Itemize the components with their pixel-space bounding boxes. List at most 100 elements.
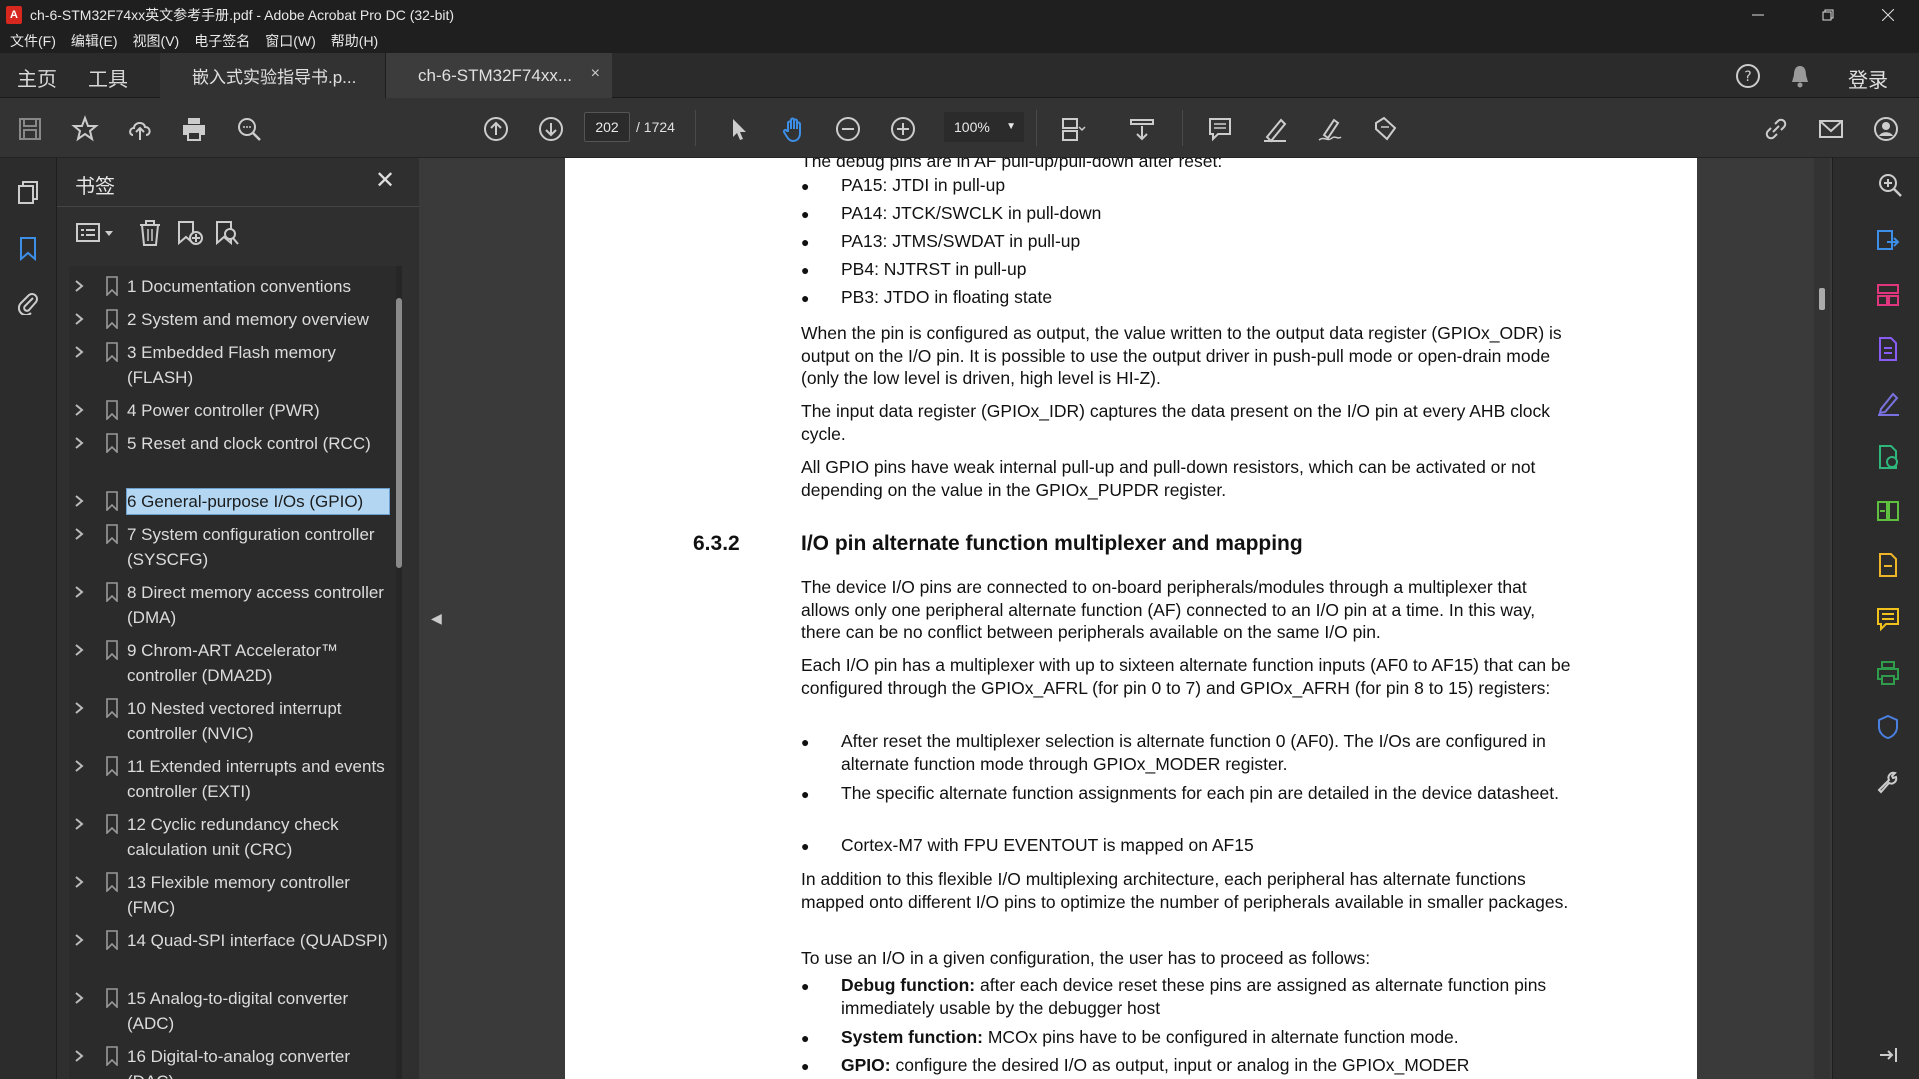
close-window-button[interactable] [1859,0,1917,29]
tab-close-button[interactable]: × [591,65,600,83]
bookmark-item[interactable]: 8 Direct memory access controller (DMA) [69,580,399,630]
highlight-button[interactable] [1259,113,1291,145]
zoom-level-select[interactable]: 100% ▼ [944,112,1024,142]
upload-button[interactable] [124,113,156,145]
bookmark-item[interactable]: 15 Analog-to-digital converter (ADC) [69,986,399,1036]
chevron-right-icon[interactable] [73,582,87,602]
chevron-right-icon[interactable] [73,433,87,453]
bookmark-options-button[interactable] [75,216,119,250]
bookmark-item[interactable]: 4 Power controller (PWR) [69,398,399,423]
scroll-thumb[interactable] [1819,288,1825,310]
edit-pdf-tool-button[interactable] [1873,334,1903,364]
page-number-input[interactable]: 202 [584,112,630,142]
compare-tool-button[interactable] [1873,496,1903,526]
chevron-right-icon[interactable] [73,640,87,660]
document-scrollbar[interactable] [1814,158,1830,1079]
select-tool-button[interactable] [723,113,755,145]
bookmark-item[interactable]: 10 Nested vectored interrupt controller … [69,696,399,746]
bookmark-item[interactable]: 2 System and memory overview [69,307,399,332]
create-pdf-tool-button[interactable] [1873,442,1903,472]
print-button[interactable] [178,113,210,145]
protect-tool-button[interactable] [1873,712,1903,742]
search-tool-button[interactable] [1875,170,1905,200]
menu-window[interactable]: 窗口(W) [265,31,316,51]
new-bookmark-button[interactable] [175,216,203,250]
chevron-right-icon[interactable] [73,1046,87,1066]
tab-document-2[interactable]: ch-6-STM32F74xx... × [386,53,612,98]
organize-pages-tool-button[interactable] [1873,280,1903,310]
chevron-right-icon[interactable] [73,698,87,718]
collapse-tools-button[interactable] [1873,1040,1903,1070]
save-button[interactable] [14,113,46,145]
export-pdf-tool-button[interactable] [1873,226,1903,256]
bookmark-tree: 1 Documentation conventions 2 System and … [69,266,399,1079]
menu-edit[interactable]: 编辑(E) [71,31,118,51]
bookmark-scrollbar[interactable] [396,266,402,1079]
comment-tool-button[interactable] [1873,604,1903,634]
redact-button[interactable] [1369,113,1401,145]
find-bookmark-button[interactable] [213,216,241,250]
email-button[interactable] [1815,113,1847,145]
chevron-right-icon[interactable] [73,342,87,362]
menu-view[interactable]: 视图(V) [133,31,180,51]
tab-document-1[interactable]: 嵌入式实验指导书.p... [160,53,386,98]
bookmark-item[interactable]: 14 Quad-SPI interface (QUADSPI) [69,928,399,978]
bookmark-item[interactable]: 3 Embedded Flash memory (FLASH) [69,340,399,390]
chevron-right-icon[interactable] [73,756,87,776]
menu-file[interactable]: 文件(F) [10,31,56,51]
bookmark-item[interactable]: 13 Flexible memory controller (FMC) [69,870,399,920]
chevron-right-icon[interactable] [73,491,87,511]
bookmark-item[interactable]: 7 System configuration controller (SYSCF… [69,522,399,572]
bookmark-star-button[interactable] [69,113,101,145]
tools-link[interactable]: 工具 [88,63,128,92]
attachments-button[interactable] [12,286,44,318]
export-tool-button[interactable] [1873,550,1903,580]
chevron-right-icon[interactable] [73,814,87,834]
bookmark-item[interactable]: 6 General-purpose I/Os (GPIO) [69,488,399,515]
share-user-button[interactable] [1870,113,1902,145]
menu-esign[interactable]: 电子签名 [194,31,250,51]
page-display-button[interactable] [1056,113,1088,145]
bookmark-item[interactable]: 12 Cyclic redundancy check calculation u… [69,812,399,862]
minimize-button[interactable] [1729,0,1787,29]
chevron-right-icon[interactable] [73,988,87,1008]
notifications-button[interactable] [1786,62,1814,90]
fill-sign-icon [1878,392,1899,416]
close-panel-button[interactable]: ✕ [375,166,395,195]
zoom-out-button[interactable] [832,113,864,145]
delete-bookmark-button[interactable] [137,216,163,250]
bookmark-item[interactable]: 9 Chrom-ART Accelerator™ controller (DMA… [69,638,399,688]
bookmarks-panel-button[interactable] [12,232,44,264]
bookmark-item[interactable]: 1 Documentation conventions [69,274,399,299]
scroll-thumb[interactable] [396,298,402,568]
fill-sign-tool-button[interactable] [1873,388,1903,418]
bookmark-item[interactable]: 16 Digital-to-analog converter (DAC) [69,1044,399,1079]
section-title: I/O pin alternate function multiplexer a… [801,532,1303,555]
home-link[interactable]: 主页 [17,63,57,92]
sign-button[interactable] [1314,113,1346,145]
more-tools-button[interactable] [1873,766,1903,796]
next-page-button[interactable] [535,113,567,145]
search-button[interactable] [233,113,265,145]
bookmark-item[interactable]: 11 Extended interrupts and events contro… [69,754,399,804]
previous-page-button[interactable] [480,113,512,145]
chevron-right-icon[interactable] [73,524,87,544]
bookmark-item[interactable]: 5 Reset and clock control (RCC) [69,431,399,481]
menu-help[interactable]: 帮助(H) [331,31,378,51]
scroll-mode-button[interactable] [1126,113,1158,145]
restore-button[interactable] [1799,0,1857,29]
login-link[interactable]: 登录 [1848,64,1888,93]
comment-button[interactable] [1204,113,1236,145]
chevron-right-icon[interactable] [73,276,87,296]
chevron-right-icon[interactable] [73,309,87,329]
help-button[interactable]: ? [1734,62,1762,90]
print-production-tool-button[interactable] [1873,658,1903,688]
hand-tool-button[interactable] [778,113,810,145]
page-thumbnails-button[interactable] [12,176,44,208]
chevron-right-icon[interactable] [73,930,87,950]
zoom-in-button[interactable] [887,113,919,145]
share-link-button[interactable] [1760,113,1792,145]
chevron-right-icon[interactable] [73,872,87,892]
collapse-left-panel-button[interactable]: ◀ [431,610,442,627]
chevron-right-icon[interactable] [73,400,87,420]
